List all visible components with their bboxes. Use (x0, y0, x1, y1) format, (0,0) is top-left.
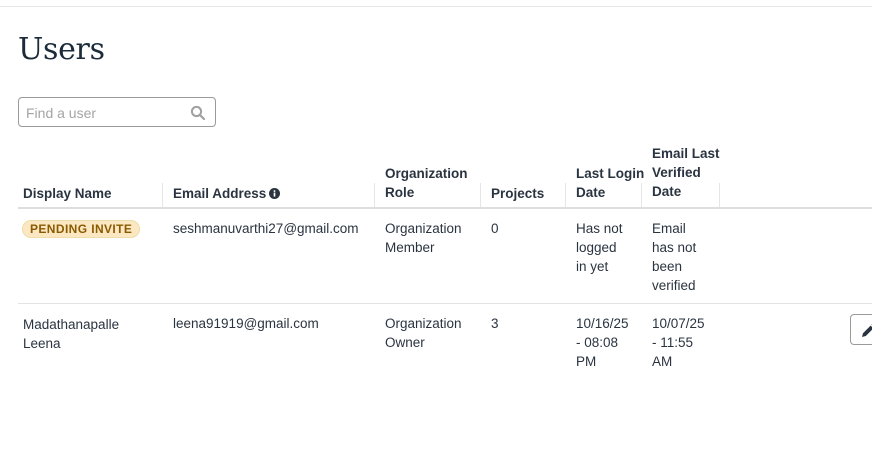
email-verified-line: has not (652, 240, 697, 255)
last-login-line: - 08:08 (576, 335, 619, 350)
edit-user-button[interactable] (850, 314, 872, 345)
header-last-login[interactable]: Last Login Date (576, 164, 644, 202)
header-email-verified-line: Verified (652, 165, 701, 180)
projects-cell: 0 (491, 221, 499, 236)
role-cell: Organization Owner (385, 314, 462, 352)
header-email-verified[interactable]: Email Last Verified Date (652, 144, 720, 201)
user-search-box[interactable] (18, 97, 216, 127)
column-divider (374, 183, 375, 207)
email-verified-line: 10/07/25 (652, 316, 705, 331)
last-login-line: logged (576, 240, 617, 255)
role-line: Organization (385, 221, 462, 236)
header-last-login-line: Last Login (576, 166, 645, 181)
column-divider (641, 183, 642, 207)
column-divider (480, 183, 481, 207)
header-email-label: Email Address (173, 186, 267, 201)
header-projects[interactable]: Projects (491, 184, 544, 203)
email-cell: seshmanuvarthi27@gmail.com (173, 221, 359, 236)
header-org-role-line: Role (385, 185, 415, 200)
status-badge: PENDING INVITE (22, 220, 141, 238)
role-line: Owner (385, 335, 425, 350)
email-verified-line: AM (652, 354, 673, 369)
role-line: Organization (385, 316, 462, 331)
email-verified-line: been (652, 259, 683, 274)
search-input[interactable] (26, 104, 186, 122)
header-divider (18, 207, 872, 209)
display-name-line: Leena (23, 336, 61, 351)
role-line: Member (385, 240, 435, 255)
header-last-login-line: Date (576, 185, 606, 200)
display-name-cell: Madathanapalle Leena (23, 315, 119, 353)
display-name-line: Madathanapalle (23, 317, 120, 332)
column-divider (719, 183, 720, 207)
pencil-icon (862, 324, 872, 337)
projects-cell: 3 (491, 316, 499, 331)
header-display-name[interactable]: Display Name (23, 184, 112, 203)
page-title: Users (18, 32, 105, 67)
email-verified-line: - 11:55 (652, 335, 694, 350)
last-login-line: 10/16/25 (576, 316, 629, 331)
email-verified-line: verified (652, 278, 696, 293)
header-email[interactable]: Email Address (173, 184, 281, 203)
email-verified-cell: Email has not been verified (652, 219, 696, 295)
header-org-role[interactable]: Organization Role (385, 164, 468, 202)
search-icon[interactable] (190, 105, 206, 121)
row-divider (18, 303, 872, 304)
last-login-cell: 10/16/25 - 08:08 PM (576, 314, 629, 371)
email-verified-line: Email (652, 221, 686, 236)
last-login-cell: Has not logged in yet (576, 219, 623, 276)
last-login-line: Has not (576, 221, 623, 236)
email-cell: leena91919@gmail.com (173, 316, 319, 331)
header-email-verified-line: Date (652, 184, 682, 199)
last-login-line: PM (576, 354, 597, 369)
email-verified-cell: 10/07/25 - 11:55 AM (652, 314, 705, 371)
last-login-line: in yet (576, 259, 609, 274)
column-divider (565, 183, 566, 207)
header-email-verified-line: Email Last (652, 146, 720, 161)
header-org-role-line: Organization (385, 166, 468, 181)
role-cell: Organization Member (385, 219, 462, 257)
column-divider (162, 183, 163, 207)
info-icon[interactable] (269, 188, 281, 199)
top-divider (0, 6, 872, 7)
